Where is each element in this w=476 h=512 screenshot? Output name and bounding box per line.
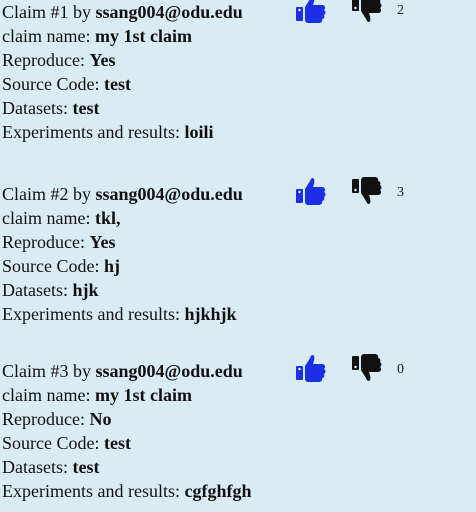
source-code-row: Source Code: test bbox=[2, 431, 476, 455]
field-value: hj bbox=[103, 256, 120, 276]
thumbs-down-icon[interactable] bbox=[349, 175, 385, 207]
field-label: claim name: bbox=[2, 208, 95, 228]
vote-count: 0 bbox=[397, 362, 404, 377]
claim-card: Claim #1 by ssang004@odu.edu 2 claim nam… bbox=[2, 0, 476, 144]
field-value: Yes bbox=[89, 50, 116, 70]
experiments-row: Experiments and results: hjkhjk bbox=[2, 302, 476, 326]
claim-header: Claim #2 by ssang004@odu.edu 3 bbox=[2, 177, 476, 206]
source-code-row: Source Code: test bbox=[2, 72, 476, 96]
claim-header: Claim #1 by ssang004@odu.edu 2 bbox=[2, 0, 476, 24]
vote-count: 3 bbox=[397, 185, 404, 200]
claim-card: Claim #2 by ssang004@odu.edu 3 claim nam… bbox=[2, 177, 476, 326]
source-code-row: Source Code: hj bbox=[2, 254, 476, 278]
claim-by: by bbox=[73, 361, 91, 381]
claim-by: by bbox=[73, 184, 91, 204]
claim-title: Claim #3 bbox=[2, 361, 69, 381]
datasets-row: Datasets: hjk bbox=[2, 278, 476, 302]
claim-by: by bbox=[73, 2, 91, 22]
field-label: claim name: bbox=[2, 385, 95, 405]
reproduce-row: Reproduce: Yes bbox=[2, 230, 476, 254]
field-label: Reproduce: bbox=[2, 50, 90, 70]
field-value: test bbox=[103, 74, 131, 94]
field-label: Reproduce: bbox=[2, 409, 90, 429]
thumbs-up-icon[interactable] bbox=[293, 175, 329, 207]
field-value: Yes bbox=[89, 232, 116, 252]
reproduce-row: Reproduce: No bbox=[2, 407, 476, 431]
claim-title: Claim #2 bbox=[2, 184, 69, 204]
field-value: hjk bbox=[72, 280, 99, 300]
field-value: loili bbox=[184, 122, 214, 142]
field-value: my 1st claim bbox=[94, 385, 192, 405]
thumbs-down-icon[interactable] bbox=[349, 0, 385, 25]
claim-card: Claim #3 by ssang004@odu.edu 0 claim nam… bbox=[2, 354, 476, 503]
claim-name-row: claim name: tkl, bbox=[2, 206, 476, 230]
field-label: Datasets: bbox=[2, 457, 73, 477]
field-label: Reproduce: bbox=[2, 232, 90, 252]
claim-author-email: ssang004@odu.edu bbox=[95, 184, 243, 204]
datasets-row: Datasets: test bbox=[2, 455, 476, 479]
vote-count: 2 bbox=[397, 3, 404, 18]
field-label: claim name: bbox=[2, 26, 95, 46]
claim-name-row: claim name: my 1st claim bbox=[2, 24, 476, 48]
reproduce-row: Reproduce: Yes bbox=[2, 48, 476, 72]
field-value: No bbox=[89, 409, 112, 429]
claim-title: Claim #1 bbox=[2, 2, 69, 22]
field-value: cgfghfgh bbox=[184, 481, 252, 501]
datasets-row: Datasets: test bbox=[2, 96, 476, 120]
claim-header: Claim #3 by ssang004@odu.edu 0 bbox=[2, 354, 476, 383]
thumbs-up-icon[interactable] bbox=[293, 352, 329, 384]
claim-author-email: ssang004@odu.edu bbox=[95, 2, 243, 22]
experiments-row: Experiments and results: loili bbox=[2, 120, 476, 144]
thumbs-up-icon[interactable] bbox=[293, 0, 329, 25]
field-label: Experiments and results: bbox=[2, 481, 185, 501]
field-label: Source Code: bbox=[2, 433, 104, 453]
field-value: my 1st claim bbox=[94, 26, 192, 46]
thumbs-down-icon[interactable] bbox=[349, 352, 385, 384]
field-label: Datasets: bbox=[2, 98, 73, 118]
claim-author-email: ssang004@odu.edu bbox=[95, 361, 243, 381]
field-value: test bbox=[72, 98, 100, 118]
field-value: test bbox=[103, 433, 131, 453]
claims-list: Claim #1 by ssang004@odu.edu 2 claim nam… bbox=[0, 0, 476, 512]
field-value: tkl, bbox=[94, 208, 121, 228]
field-label: Datasets: bbox=[2, 280, 73, 300]
field-value: hjkhjk bbox=[184, 304, 237, 324]
field-label: Experiments and results: bbox=[2, 304, 185, 324]
field-label: Source Code: bbox=[2, 256, 104, 276]
claim-name-row: claim name: my 1st claim bbox=[2, 383, 476, 407]
experiments-row: Experiments and results: cgfghfgh bbox=[2, 479, 476, 503]
field-value: test bbox=[72, 457, 100, 477]
field-label: Source Code: bbox=[2, 74, 104, 94]
field-label: Experiments and results: bbox=[2, 122, 185, 142]
